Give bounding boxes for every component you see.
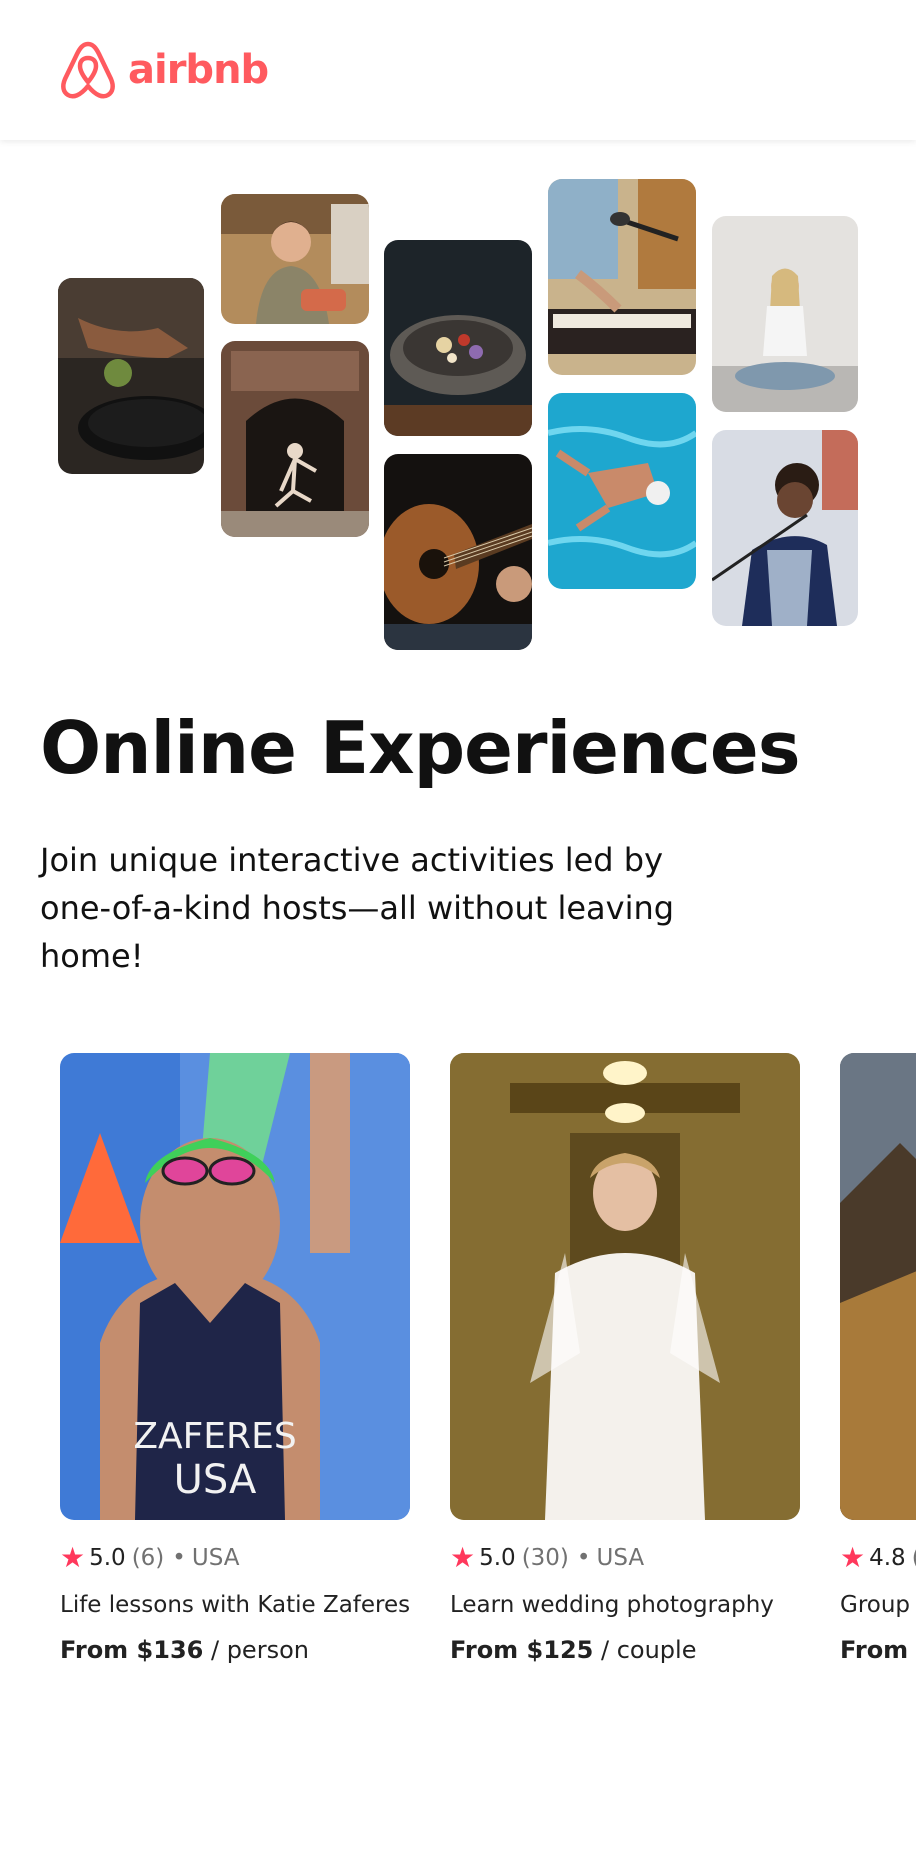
price-value: From $	[840, 1636, 916, 1664]
price-value: From $136	[60, 1636, 204, 1664]
rating-row: ★ 5.0 (30) • USA	[450, 1544, 800, 1572]
country-label: USA	[596, 1545, 645, 1571]
review-count: (	[912, 1545, 916, 1571]
separator-dot: •	[576, 1545, 591, 1571]
cooking-pan-photo	[58, 278, 204, 474]
experience-photo[interactable]: ZAFERES USA	[60, 1053, 410, 1520]
rating-row: ★ 4.8 (	[840, 1544, 916, 1572]
experience-title[interactable]: Learn wedding photography	[450, 1592, 800, 1618]
star-icon: ★	[450, 1541, 476, 1574]
piano-microphone-photo	[548, 179, 696, 375]
jersey-text: ZAFERES	[133, 1416, 296, 1457]
swimmer-photo	[548, 393, 696, 589]
experience-photo[interactable]	[840, 1053, 916, 1520]
experience-photo[interactable]	[450, 1053, 800, 1520]
star-icon: ★	[60, 1541, 86, 1574]
review-count: (6)	[131, 1545, 165, 1571]
rating-value: 4.8	[869, 1545, 906, 1571]
page-subtitle: Join unique interactive activities led b…	[40, 841, 675, 975]
yoga-photo	[712, 216, 858, 412]
chef-woman-photo	[221, 194, 369, 324]
review-count: (30)	[521, 1545, 569, 1571]
price-unit: / couple	[600, 1636, 697, 1664]
rating-value: 5.0	[479, 1545, 516, 1571]
rating-row: ★ 5.0 (6) • USA	[60, 1544, 410, 1572]
top-header: airbnb	[0, 0, 916, 140]
rating-value: 5.0	[89, 1545, 126, 1571]
airbnb-logo[interactable]: airbnb	[58, 38, 269, 102]
brand-wordmark: airbnb	[128, 47, 269, 93]
price-row: From $136 / person	[60, 1636, 410, 1664]
page-title: Online Experiences	[40, 706, 801, 790]
price-row: From $	[840, 1636, 916, 1664]
jersey-country-text: USA	[174, 1457, 257, 1503]
dancer-archway-photo	[221, 341, 369, 537]
airbnb-belo-icon	[61, 41, 115, 99]
guitar-photo	[384, 454, 532, 650]
singer-photo	[712, 430, 858, 626]
separator-dot: •	[172, 1545, 186, 1571]
experience-title[interactable]: Group	[840, 1592, 916, 1618]
experience-card[interactable]: ★ 5.0 (30) • USA Learn wedding photograp…	[450, 1053, 800, 1664]
star-icon: ★	[840, 1541, 866, 1574]
experience-card[interactable]: ZAFERES USA ★ 5.0 (6) • USA Life lessons…	[60, 1053, 410, 1664]
experience-title[interactable]: Life lessons with Katie Zaferes	[60, 1592, 410, 1618]
price-value: From $125	[450, 1636, 594, 1664]
country-label: USA	[191, 1545, 240, 1571]
experience-card[interactable]: ★ 4.8 ( Group From $	[840, 1053, 916, 1664]
food-bowl-photo	[384, 240, 532, 436]
price-row: From $125 / couple	[450, 1636, 800, 1664]
price-unit: / person	[210, 1636, 309, 1664]
